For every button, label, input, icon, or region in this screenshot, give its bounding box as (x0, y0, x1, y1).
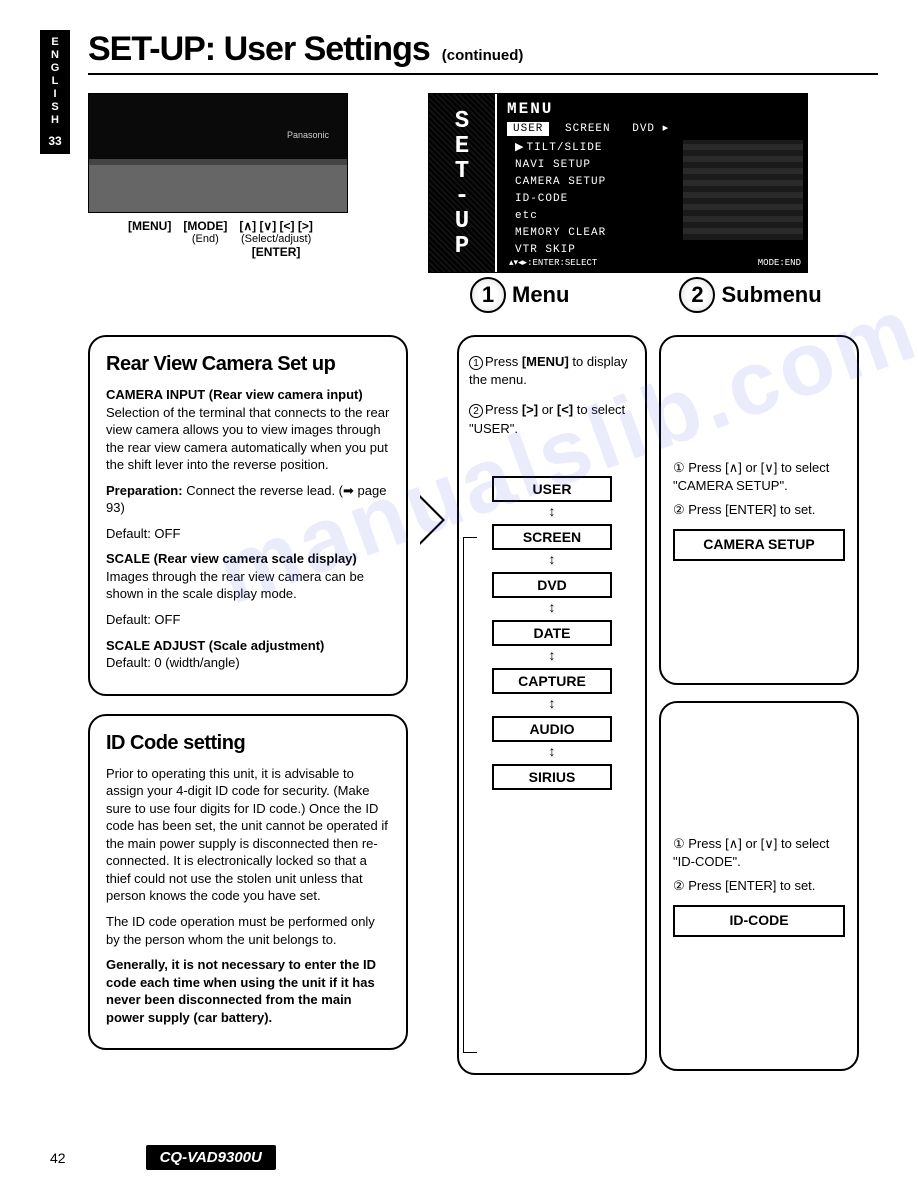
model-badge: CQ-VAD9300U (146, 1145, 276, 1170)
idcode-button: ID-CODE (673, 905, 845, 937)
scale-text: Images through the rear view camera can … (106, 569, 364, 602)
menu-footer-left: ▴▾◂▸:ENTER:SELECT (509, 258, 597, 268)
menu-list: TILT/SLIDE NAVI SETUP CAMERA SETUP ID-CO… (515, 140, 606, 259)
label-menu: [MENU] (128, 219, 171, 233)
flow-item-sirius: SIRIUS (492, 764, 612, 790)
flow-item-user: USER (492, 476, 612, 502)
sub-camera-instr2: ② Press [ENTER] to set. (673, 501, 845, 519)
menu-footer-right: MODE:END (758, 258, 801, 268)
flow-arrow-icon (420, 495, 445, 545)
rear-view-box: Rear View Camera Set up CAMERA INPUT (Re… (88, 335, 408, 696)
label-mode-sub: (End) (183, 233, 227, 245)
tab-user: USER (507, 122, 549, 136)
menu-item: NAVI SETUP (515, 157, 606, 174)
label-enter: [ENTER] (252, 245, 301, 259)
scale-heading: SCALE (Rear view camera scale display) (106, 551, 357, 566)
menu-item: VTR SKIP (515, 242, 606, 259)
flow-item-date: DATE (492, 620, 612, 646)
camera-input-heading: CAMERA INPUT (Rear view camera input) (106, 387, 363, 402)
title-row: SET-UP: User Settings (continued) (88, 30, 878, 75)
page-footer: 42 CQ-VAD9300U (50, 1145, 276, 1170)
tab-screen: SCREEN (559, 122, 617, 136)
menu-item: MEMORY CLEAR (515, 225, 606, 242)
step2-icon: 2 (679, 277, 715, 313)
loop-arrow-icon (463, 537, 477, 1053)
tab-dvd: DVD ▸ (626, 120, 675, 136)
label-mode: [MODE] (183, 219, 227, 233)
id-code-p2: The ID code operation must be performed … (106, 913, 390, 948)
device-button-labels: [MENU] [MODE] (End) [∧] [∨] [<] [>] (Sel… (128, 219, 408, 259)
continued-label: (continued) (442, 47, 524, 64)
sub-idcode-instr1: ① Press [∧] or [∨] to select "ID-CODE". (673, 835, 845, 871)
step2-header: 2 Submenu (679, 277, 821, 313)
onscreen-menu: SET-UP MENU USER SCREEN DVD ▸ TILT/SLIDE… (428, 93, 808, 273)
flow-item-capture: CAPTURE (492, 668, 612, 694)
updown-arrow-icon (549, 652, 556, 662)
flow-item-dvd: DVD (492, 572, 612, 598)
menu-item: etc (515, 208, 606, 225)
submenu-idcode-box: ① Press [∧] or [∨] to select "ID-CODE". … (659, 701, 859, 1071)
updown-arrow-icon (549, 508, 556, 518)
prep-label: Preparation: (106, 483, 183, 498)
step1-header: 1 Menu (470, 277, 569, 313)
id-code-title: ID Code setting (106, 730, 390, 757)
label-arrows: [∧] [∨] [<] [>] (239, 219, 313, 233)
step1-icon: 1 (470, 277, 506, 313)
menu-flow-box: 1Press [MENU] to display the menu. 2Pres… (457, 335, 647, 1075)
menu-item: CAMERA SETUP (515, 174, 606, 191)
device-block: Panasonic [MENU] [MODE] (End) [∧] [∨] [<… (88, 93, 408, 273)
device-brand: Panasonic (287, 130, 329, 140)
updown-arrow-icon (549, 748, 556, 758)
menu-tabs: USER SCREEN DVD ▸ (507, 120, 677, 136)
camera-input-text: Selection of the terminal that connects … (106, 405, 389, 473)
menu-header: MENU (507, 100, 553, 118)
menu-instr-2: 2Press [>] or [<] to select "USER". (469, 401, 635, 437)
updown-arrow-icon (549, 604, 556, 614)
device-illustration: Panasonic (88, 93, 348, 213)
updown-arrow-icon (549, 556, 556, 566)
id-code-box: ID Code setting Prior to operating this … (88, 714, 408, 1051)
side-page-number: 33 (42, 135, 68, 148)
id-code-p1: Prior to operating this unit, it is advi… (106, 765, 390, 905)
id-code-p3: Generally, it is not necessary to enter … (106, 956, 390, 1026)
updown-arrow-icon (549, 700, 556, 710)
menu-instr-1: 1Press [MENU] to display the menu. (469, 353, 635, 389)
setup-side-label: SET-UP (429, 94, 497, 272)
menu-item: TILT/SLIDE (515, 140, 606, 157)
submenu-camera-box: ① Press [∧] or [∨] to select "CAMERA SET… (659, 335, 859, 685)
page-number: 42 (50, 1150, 66, 1166)
default-off-1: Default: OFF (106, 525, 390, 543)
sub-camera-instr1: ① Press [∧] or [∨] to select "CAMERA SET… (673, 459, 845, 495)
sub-idcode-instr2: ② Press [ENTER] to set. (673, 877, 845, 895)
label-arrows-sub: (Select/adjust) (239, 233, 313, 245)
lang-letters: ENGLISH (42, 36, 68, 127)
menu-item: ID-CODE (515, 191, 606, 208)
scale-adjust-heading: SCALE ADJUST (Scale adjustment) (106, 638, 324, 653)
rear-view-title: Rear View Camera Set up (106, 351, 390, 378)
flow-item-screen: SCREEN (492, 524, 612, 550)
step1-title: Menu (512, 282, 569, 308)
language-tab: ENGLISH 33 (40, 30, 70, 154)
default-scale-adjust: Default: 0 (width/angle) (106, 655, 240, 670)
page-title: SET-UP: User Settings (88, 30, 430, 69)
flow-item-audio: AUDIO (492, 716, 612, 742)
screen-block: SET-UP MENU USER SCREEN DVD ▸ TILT/SLIDE… (428, 93, 878, 273)
step2-title: Submenu (721, 282, 821, 308)
default-off-2: Default: OFF (106, 611, 390, 629)
camera-setup-button: CAMERA SETUP (673, 529, 845, 561)
